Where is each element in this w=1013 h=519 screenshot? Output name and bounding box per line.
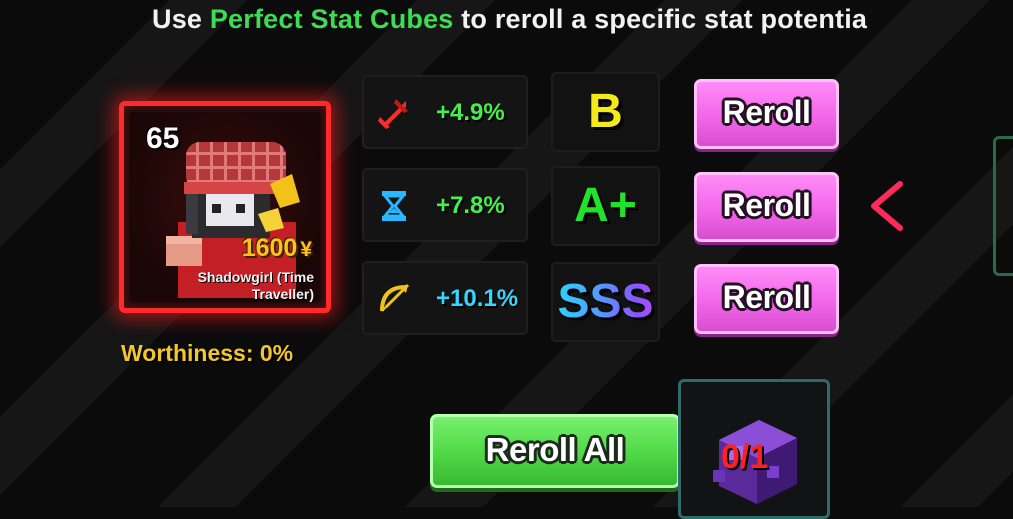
grade-box-cooldown: A+: [551, 166, 660, 246]
arrow-left-icon: [871, 181, 971, 231]
instruction-title: Use Perfect Stat Cubes to reroll a speci…: [152, 4, 1013, 40]
stat-value-cooldown: +7.8%: [436, 192, 505, 219]
grade-box-range: SSS: [551, 262, 660, 342]
sword-damage-icon: [378, 99, 408, 129]
hourglass-cooldown-icon: [381, 191, 407, 221]
unit-price: 1600 ¥: [242, 234, 312, 263]
grade-damage: B: [588, 85, 623, 138]
worthiness-label: Worthiness: 0%: [121, 340, 294, 366]
unit-level: 65: [146, 122, 180, 155]
unit-card[interactable]: 65 1600 ¥ Shadowgirl (Time Traveller): [119, 101, 331, 313]
grade-box-damage: B: [551, 72, 660, 152]
unit-card-inner: 65 1600 ¥ Shadowgirl (Time Traveller): [130, 112, 320, 302]
unit-name: Shadowgirl (Time Traveller): [197, 269, 314, 302]
reroll-button-range[interactable]: Reroll: [694, 264, 839, 334]
cube-count: 0/1: [721, 438, 769, 476]
yen-currency-icon: ¥: [300, 238, 312, 261]
stat-value-range: +10.1%: [436, 285, 519, 312]
title-suffix: to reroll a specific stat potentia: [453, 4, 868, 34]
stat-value-damage: +4.9%: [436, 99, 505, 126]
reroll-all-button[interactable]: Reroll All: [430, 414, 680, 488]
reroll-button-cooldown[interactable]: Reroll: [694, 172, 839, 242]
side-panel-edge: [993, 136, 1013, 276]
title-highlight: Perfect Stat Cubes: [209, 4, 454, 34]
reroll-button-label: Reroll: [722, 279, 811, 315]
stat-row-damage: +4.9%: [362, 75, 528, 149]
grade-cooldown: A+: [574, 179, 637, 232]
reroll-button-label: Reroll: [722, 187, 811, 223]
grade-range: SSS: [553, 274, 658, 330]
stat-row-cooldown: +7.8%: [362, 168, 528, 242]
reroll-button-label: Reroll: [722, 94, 811, 130]
title-prefix: Use: [152, 4, 210, 34]
bow-range-icon: [380, 283, 410, 312]
stat-row-range: +10.1%: [362, 261, 528, 335]
unit-price-value: 1600: [241, 234, 298, 262]
reroll-all-label: Reroll All: [485, 431, 625, 468]
perfect-stat-cube-slot[interactable]: 0/1: [678, 379, 830, 519]
reroll-button-damage[interactable]: Reroll: [694, 79, 839, 149]
